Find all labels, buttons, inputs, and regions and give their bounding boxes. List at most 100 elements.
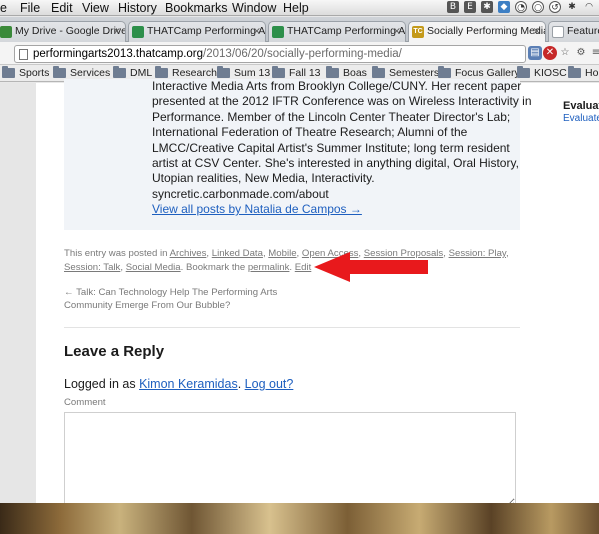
extension-icon[interactable]: ▤ (528, 46, 542, 60)
bookmark-label: Sum 13 (234, 67, 271, 79)
settings-icon[interactable]: ⚙ (574, 46, 588, 60)
tab-close-icon[interactable]: × (393, 22, 401, 41)
address-bar[interactable]: performingarts2013.thatcamp.org/2013/06/… (14, 45, 526, 63)
menu-icon[interactable]: ≡ (589, 46, 599, 60)
thatcamp-favicon-icon (272, 26, 284, 38)
bio-line: International Federation of Theatre Rese… (152, 125, 468, 140)
thatcamp-favicon-icon (132, 26, 144, 38)
browser-toolbar: performingarts2013.thatcamp.org/2013/06/… (0, 42, 599, 65)
folder-icon (372, 66, 385, 78)
folder-icon (2, 66, 15, 78)
tc-favicon-icon: TC (412, 26, 424, 38)
tray-bluetooth-icon[interactable]: ✱ (566, 1, 578, 13)
tab-features[interactable]: Features | (548, 21, 599, 42)
bookmark-text: . Bookmark the (180, 261, 248, 273)
bio-line: syncretic.carbonmade.com/about (152, 186, 329, 201)
author-info-box: Interactive Media Arts from Brooklyn Col… (64, 79, 532, 230)
bookmark-label: Fall 13 (289, 67, 321, 79)
previous-post-link[interactable]: ← Talk: Can Technology Help The Performi… (64, 287, 277, 312)
arrow-shape (314, 252, 428, 282)
post-content: Interactive Media Arts from Brooklyn Col… (36, 79, 541, 508)
page-favicon-icon (552, 26, 564, 38)
user-profile-link[interactable]: Kimon Keramidas (139, 377, 238, 391)
folder-icon (326, 66, 339, 78)
desktop-wallpaper-strip (0, 503, 599, 534)
bookmark-label: Boas (343, 67, 367, 79)
bio-line: Utopian realities, New Media, Interactiv… (152, 171, 375, 186)
tab-close-icon[interactable]: × (253, 22, 261, 41)
folder-icon (53, 66, 66, 78)
bio-line: LMCC/Creative Capital Artist's Summer In… (152, 140, 510, 155)
menu-bookmarks[interactable]: Bookmarks (165, 0, 228, 16)
bio-line: artist at CSV Center. She's interested i… (152, 156, 519, 171)
category-mobile-link[interactable]: Mobile (268, 248, 296, 259)
bio-line: Interactive Media Arts from Brooklyn Col… (152, 79, 522, 93)
folder-icon (438, 66, 451, 78)
menu-edit[interactable]: Edit (51, 0, 73, 16)
tab-strip: My Drive - Google Drive × THATCamp Perfo… (0, 17, 599, 43)
page-icon (19, 49, 28, 60)
menu-view[interactable]: View (82, 0, 109, 16)
logged-in-line: Logged in as Kimon Keramidas. Log out? (64, 377, 294, 391)
tray-dropbox-icon[interactable]: ◆ (498, 1, 510, 13)
url-path: /2013/06/20/socially-performing-media/ (203, 48, 402, 60)
menu-history[interactable]: History (118, 0, 157, 16)
bookmark-label: Research (172, 67, 217, 79)
entry-meta-prefix: This entry was posted in (64, 248, 170, 259)
bookmark-home[interactable]: Hom (568, 66, 599, 80)
tab-close-icon[interactable]: × (113, 22, 121, 41)
url-domain: performingarts2013.thatcamp.org (33, 48, 204, 60)
tray-chat-icon[interactable]: ○ (532, 1, 544, 13)
folder-icon (517, 66, 530, 78)
folder-icon (155, 66, 168, 78)
category-social-media-link[interactable]: Social Media (126, 262, 181, 273)
menu-app[interactable]: e (0, 0, 7, 16)
category-session-talk-link[interactable]: Session: Talk (64, 262, 120, 273)
sidebar-heading: Evaluat (563, 100, 599, 112)
menu-window[interactable]: Window (232, 0, 276, 16)
adblock-icon[interactable]: ✕ (543, 46, 557, 60)
previous-post-line: Community Emerge From Our Bubble? (64, 299, 231, 311)
tray-sync-icon[interactable]: ✱ (481, 1, 493, 13)
bookmark-label: Sports (19, 67, 50, 79)
bookmark-kiosc[interactable]: KIOSC (517, 66, 567, 80)
bookmark-sports[interactable]: Sports (2, 66, 50, 80)
tray-time-machine-icon[interactable]: ↺ (549, 1, 561, 13)
logout-link[interactable]: Log out? (245, 377, 294, 391)
system-tray: B E ✱ ◆ ◔ ○ ↺ ✱ ◠ (447, 1, 595, 13)
tab-google-drive[interactable]: My Drive - Google Drive × (0, 21, 126, 42)
tray-app-icon[interactable]: B (447, 1, 459, 13)
previous-post-line: ← Talk: Can Technology Help The Performi… (64, 287, 278, 298)
tab-label: Features | (567, 25, 599, 37)
comment-textarea[interactable] (64, 412, 516, 508)
tab-socially-performing-media[interactable]: TC Socially Performing Media × (408, 21, 546, 43)
menu-file[interactable]: File (20, 0, 40, 16)
tray-evernote-icon[interactable]: E (464, 1, 476, 13)
tab-thatcamp-1[interactable]: THATCamp Performing Arts × (128, 21, 266, 42)
tab-label: My Drive - Google Drive (15, 25, 126, 37)
sidebar-evaluate-link[interactable]: Evaluate (563, 113, 599, 124)
category-session-play-link[interactable]: Session: Play (449, 248, 506, 259)
folder-icon (113, 66, 126, 78)
category-linked-data-link[interactable]: Linked Data (212, 248, 263, 259)
entry-meta: This entry was posted in Archives, Linke… (64, 248, 509, 273)
category-archives-link[interactable]: Archives (170, 248, 207, 259)
tab-label: THATCamp Performing Arts (287, 25, 406, 37)
tab-close-icon[interactable]: × (533, 22, 541, 41)
web-page: Interactive Media Arts from Brooklyn Col… (0, 79, 599, 508)
menu-help[interactable]: Help (283, 0, 309, 16)
author-bio: Interactive Media Arts from Brooklyn Col… (152, 79, 532, 218)
tray-timer-icon[interactable]: ◔ (515, 1, 527, 13)
edit-link[interactable]: Edit (295, 262, 312, 273)
bookmark-label: KIOSC (534, 67, 567, 79)
star-bookmark-icon[interactable]: ☆ (558, 46, 572, 60)
bookmark-label: Semesters (389, 67, 440, 79)
folder-icon (568, 66, 581, 78)
bookmark-label: Hom (585, 67, 599, 79)
tray-wifi-icon[interactable]: ◠ (583, 1, 595, 13)
permalink-link[interactable]: permalink (248, 262, 290, 273)
tab-thatcamp-2[interactable]: THATCamp Performing Arts × (268, 21, 406, 42)
bio-line: presented at the 2012 IFTR Conference wa… (152, 94, 532, 109)
folder-icon (217, 66, 230, 78)
view-all-posts-link[interactable]: View all posts by Natalia de Campos → (152, 202, 362, 216)
